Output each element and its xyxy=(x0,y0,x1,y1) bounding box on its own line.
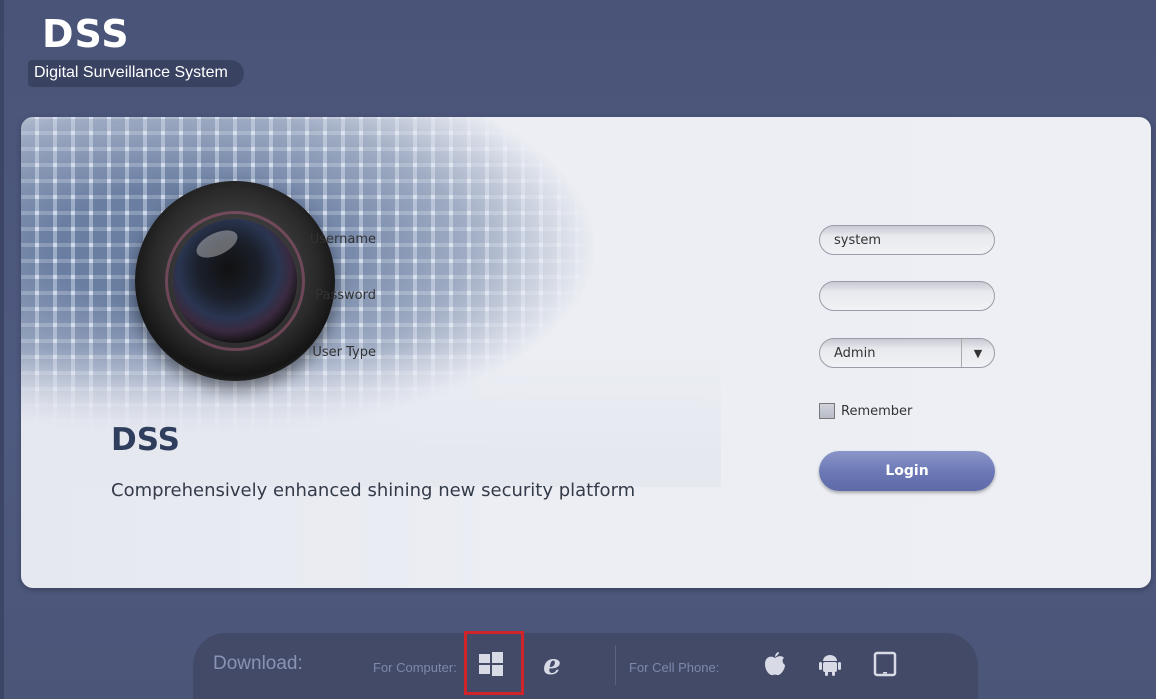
login-card: DSS Comprehensively enhanced shining new… xyxy=(21,117,1151,588)
highlight-box xyxy=(464,631,524,695)
internet-explorer-icon[interactable]: e xyxy=(535,646,569,682)
tablet-icon[interactable] xyxy=(868,646,902,682)
for-computer-label: For Computer: xyxy=(373,660,457,675)
login-button[interactable]: Login xyxy=(819,451,995,491)
usertype-value: Admin xyxy=(834,346,876,361)
brand-title: DSS xyxy=(42,12,130,56)
hero-title: DSS xyxy=(111,422,180,458)
download-label: Download: xyxy=(213,653,303,674)
download-bar: Download: For Computer: e For Cell Phone… xyxy=(193,633,978,699)
usertype-select[interactable]: Admin ▼ xyxy=(819,338,995,368)
apple-icon[interactable] xyxy=(758,646,792,682)
password-input[interactable] xyxy=(819,281,995,311)
android-icon[interactable] xyxy=(813,646,847,682)
for-cell-phone-label: For Cell Phone: xyxy=(629,660,720,675)
chevron-down-icon[interactable]: ▼ xyxy=(961,339,994,367)
hero-tagline: Comprehensively enhanced shining new sec… xyxy=(111,480,636,501)
window-edge xyxy=(0,0,4,699)
brand-header: DSS Digital Surveillance System xyxy=(28,14,244,87)
camera-lens-image xyxy=(135,181,335,381)
brand-subtitle: Digital Surveillance System xyxy=(28,60,244,87)
remember-label: Remember xyxy=(841,403,913,419)
username-input[interactable]: system xyxy=(819,225,995,255)
usertype-label: User Type xyxy=(312,345,376,360)
password-label: Password xyxy=(315,288,376,303)
remember-option[interactable]: Remember xyxy=(819,403,912,419)
remember-checkbox[interactable] xyxy=(819,403,835,419)
username-label: Username xyxy=(309,232,376,247)
